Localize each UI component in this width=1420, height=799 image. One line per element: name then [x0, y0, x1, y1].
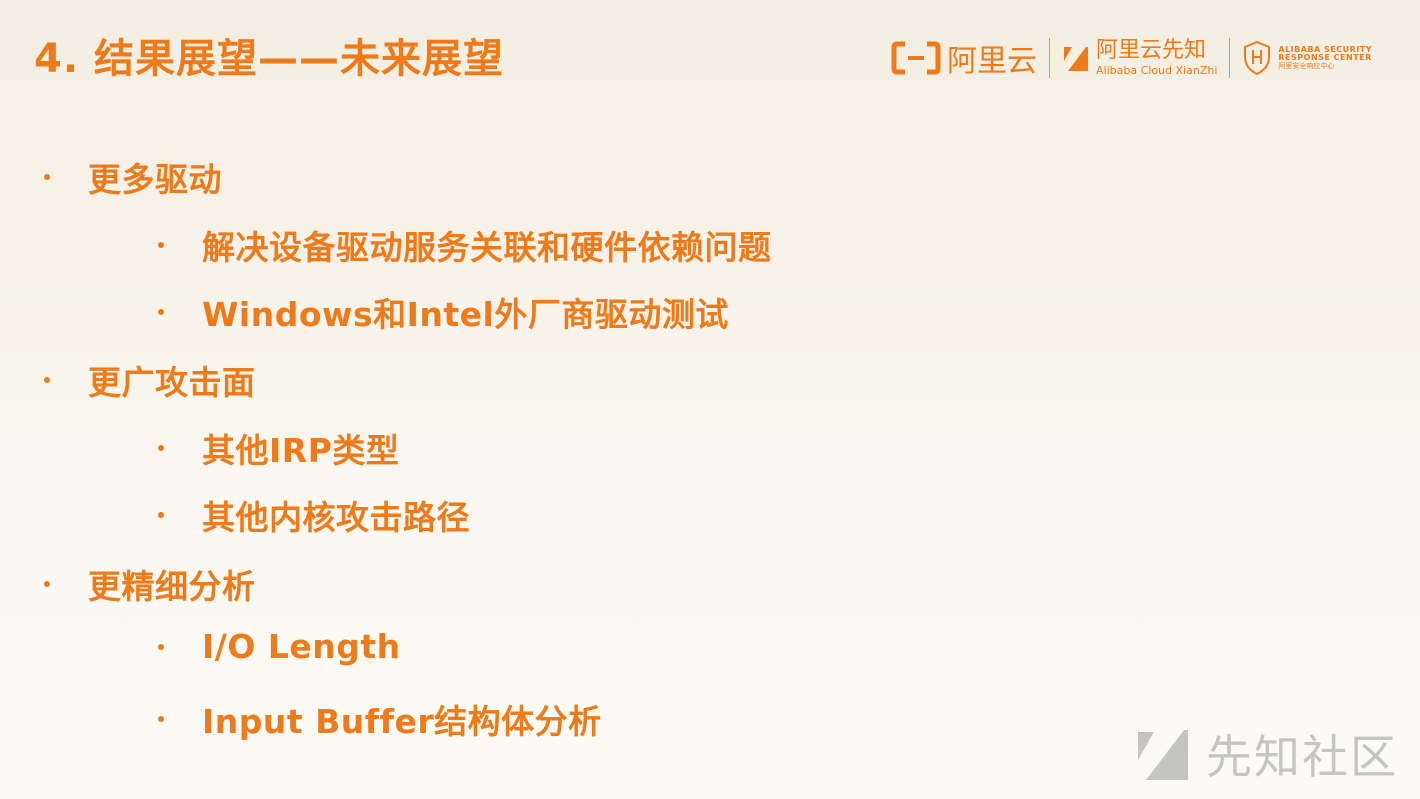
shield-icon: [1244, 40, 1271, 76]
list-item-text: I/O Length: [202, 627, 401, 666]
xianzhi-cn: 阿里云先知: [1096, 38, 1207, 63]
list-item: 其他IRP类型: [158, 424, 399, 472]
xianzhi-mark-icon: [1064, 47, 1089, 71]
bullet-icon: [44, 174, 50, 180]
list-item: Input Buffer结构体分析: [158, 695, 602, 743]
section-label: 更广攻击面: [88, 363, 256, 402]
logo-bar: 阿里云 阿里云先知 Alibaba Cloud XianZhi ALIBABA …: [879, 34, 1384, 82]
list-item-text: 其他IRP类型: [202, 431, 400, 470]
section-label: 更精细分析: [88, 567, 256, 606]
xianzhi-en: Alibaba Cloud XianZhi: [1096, 64, 1218, 77]
xianzhi-logo: 阿里云先知 Alibaba Cloud XianZhi: [1050, 34, 1229, 82]
logo-divider: [1049, 38, 1051, 78]
list-item: Windows和Intel外厂商驱动测试: [158, 288, 729, 336]
xianzhi-watermark-icon: [1138, 730, 1188, 780]
bullet-icon: [158, 643, 164, 650]
section-wider-attack-surface: 更广攻击面: [44, 356, 256, 404]
section-finer-analysis: 更精细分析: [44, 560, 256, 608]
watermark: 先知社区: [1134, 721, 1398, 787]
asrc-logo-text: ALIBABA SECURITY RESPONSE CENTER 阿里安全响应中…: [1278, 45, 1372, 70]
bullet-icon: [158, 716, 164, 722]
bullet-icon: [158, 242, 164, 248]
aliyun-logo: 阿里云: [879, 34, 1049, 82]
bullet-icon: [158, 309, 164, 315]
aliyun-logo-text: 阿里云: [947, 44, 1038, 79]
slide: 4. 结果展望——未来展望 阿里云 阿里云先知 Alibaba Cloud Xi…: [0, 0, 1420, 799]
list-item: 其他内核攻击路径: [158, 491, 470, 539]
bullet-icon: [158, 445, 164, 451]
section-label: 更多驱动: [88, 160, 222, 199]
bullet-icon: [44, 377, 50, 383]
list-item: I/O Length: [158, 627, 401, 666]
list-item-text: 其他内核攻击路径: [202, 498, 470, 537]
logo-divider: [1229, 38, 1231, 78]
xianzhi-logo-text: 阿里云先知 Alibaba Cloud XianZhi: [1096, 38, 1218, 77]
asrc-cn: 阿里安全响应中心: [1278, 61, 1335, 70]
list-item-text: Windows和Intel外厂商驱动测试: [202, 295, 729, 334]
watermark-text: 先知社区: [1206, 730, 1398, 784]
bullet-icon: [44, 581, 50, 587]
list-item: 解决设备驱动服务关联和硬件依赖问题: [158, 221, 772, 269]
list-item-text: 解决设备驱动服务关联和硬件依赖问题: [202, 228, 772, 267]
list-item-text: Input Buffer结构体分析: [202, 702, 602, 741]
asrc-logo: ALIBABA SECURITY RESPONSE CENTER 阿里安全响应中…: [1230, 34, 1384, 82]
section-more-drivers: 更多驱动: [44, 153, 222, 201]
aliyun-bracket-icon: [891, 41, 941, 75]
slide-title: 4. 结果展望——未来展望: [34, 36, 504, 82]
bullet-icon: [158, 512, 164, 518]
